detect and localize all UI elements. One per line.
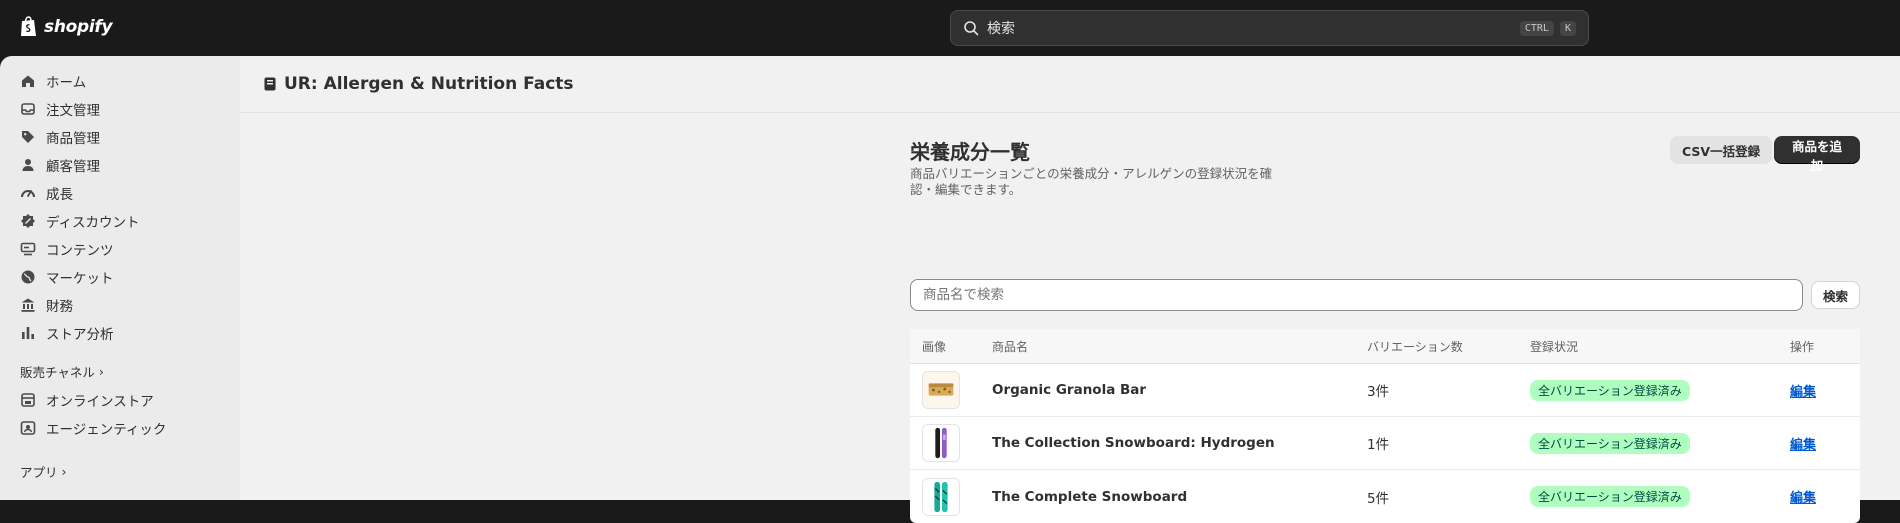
column-header-actions: 操作 [1790, 339, 1815, 354]
variant-count: 5件 [1367, 490, 1390, 507]
product-name: The Complete Snowboard [992, 488, 1188, 505]
variant-count: 1件 [1367, 437, 1390, 453]
tag-icon [22, 131, 34, 143]
table-header: 画像 商品名 バリエーション数 登録状況 操作 [910, 329, 1860, 364]
shortcut-key-ctrl: CTRL [1519, 20, 1554, 36]
search-button[interactable]: 検索 [1811, 281, 1860, 309]
product-search-input[interactable] [910, 279, 1803, 311]
sidebar-item-label: コンテンツ [46, 243, 114, 259]
nutrition-table: 画像 商品名 バリエーション数 登録状況 操作 Organic Granola … [910, 329, 1860, 523]
product-thumbnail [922, 477, 960, 516]
sales-channels-heading[interactable]: 販売チャネル › [20, 362, 104, 381]
inbox-icon [21, 103, 35, 115]
search-icon [964, 21, 979, 36]
sidebar-item-home[interactable]: ホーム [10, 67, 230, 95]
sidebar-item-label: 注文管理 [46, 103, 100, 119]
sidebar-item-products[interactable]: 商品管理 [10, 123, 230, 151]
column-header-name: 商品名 [992, 339, 1029, 354]
apps-label: アプリ [20, 465, 58, 480]
sidebar-item-online-store[interactable]: オンラインストア [10, 386, 230, 414]
sidebar-item-label: エージェンティック [46, 422, 167, 438]
main-content: UR: Allergen & Nutrition Facts 栄養成分一覧 商品… [240, 56, 1900, 523]
edit-link[interactable]: 編集 [1790, 491, 1816, 506]
home-icon [22, 75, 34, 87]
page-title: 栄養成分一覧 [910, 140, 1030, 164]
sidebar-item-label: マーケット [46, 271, 114, 287]
sidebar-item-label: 商品管理 [46, 131, 100, 147]
column-header-image: 画像 [922, 339, 947, 354]
chevron-right-icon: › [98, 364, 104, 379]
csv-bulk-import-button[interactable]: CSV一括登録 [1670, 136, 1773, 164]
sidebar-item-label: ホーム [46, 75, 87, 91]
app-icon [264, 77, 276, 91]
sidebar-item-label: ディスカウント [46, 215, 140, 231]
product-name: The Collection Snowboard: Hydrogen [992, 435, 1275, 451]
bank-icon [21, 298, 35, 312]
sidebar-item-finance[interactable]: 財務 [10, 291, 230, 319]
snowboard-complete-image [923, 478, 959, 515]
page-description: 商品バリエーションごとの栄養成分・アレルゲンの登録状況を確認・編集できます。 [910, 166, 1273, 197]
edit-link[interactable]: 編集 [1790, 385, 1816, 400]
app-title: UR: Allergen & Nutrition Facts [284, 74, 574, 94]
sidebar: ホーム 注文管理 商品管理 顧客管理 成長 ディスカウント コンテンツ マーケッ… [0, 56, 240, 500]
table-row: Organic Granola Bar 3件 全バリエーション登録済み 編集 [910, 364, 1860, 417]
sidebar-item-label: 財務 [46, 299, 73, 315]
add-product-button[interactable]: 商品を追加 [1774, 136, 1860, 173]
top-bar: shopify 検索 CTRL K [0, 0, 1900, 56]
bar-chart-icon [22, 327, 34, 339]
granola-bar-image [923, 372, 959, 408]
sidebar-item-growth[interactable]: 成長 [10, 179, 230, 207]
content-icon [20, 242, 36, 256]
app-header: UR: Allergen & Nutrition Facts [240, 56, 1900, 113]
edit-link[interactable]: 編集 [1790, 438, 1816, 453]
snowboard-hydrogen-image [923, 425, 959, 461]
sales-channels-label: 販売チャネル [20, 365, 95, 380]
search-placeholder: 検索 [987, 21, 1015, 37]
table-row: The Complete Snowboard 5件 全バリエーション登録済み 編… [910, 470, 1860, 523]
sidebar-item-discounts[interactable]: ディスカウント [10, 207, 230, 235]
sidebar-item-markets[interactable]: マーケット [10, 263, 230, 291]
product-thumbnail [922, 424, 960, 462]
gauge-icon [21, 190, 35, 198]
sidebar-item-agentic[interactable]: エージェンティック [10, 414, 230, 442]
shopify-logo[interactable]: shopify [20, 16, 113, 37]
sidebar-item-label: ストア分析 [46, 327, 114, 343]
column-header-variants: バリエーション数 [1367, 339, 1463, 354]
globe-icon [21, 270, 35, 284]
status-badge: 全バリエーション登録済み [1530, 486, 1690, 507]
product-thumbnail [922, 371, 960, 409]
shortcut-key-k: K [1559, 20, 1576, 36]
shopify-bag-icon [21, 16, 36, 36]
sidebar-item-label: 顧客管理 [46, 159, 100, 175]
sidebar-item-label: オンラインストア [46, 394, 154, 410]
global-search[interactable]: 検索 CTRL K [950, 10, 1589, 46]
variant-count: 3件 [1367, 384, 1390, 400]
sidebar-item-label: 成長 [46, 187, 73, 203]
store-icon [21, 393, 35, 407]
sidebar-item-customers[interactable]: 顧客管理 [10, 151, 230, 179]
agent-icon [20, 421, 36, 435]
status-badge: 全バリエーション登録済み [1530, 379, 1690, 401]
discount-icon [21, 214, 35, 228]
apps-heading[interactable]: アプリ › [20, 462, 67, 481]
column-header-status: 登録状況 [1530, 339, 1579, 354]
chevron-right-icon: › [61, 464, 67, 479]
sidebar-item-content[interactable]: コンテンツ [10, 235, 230, 263]
sidebar-item-orders[interactable]: 注文管理 [10, 95, 230, 123]
status-badge: 全バリエーション登録済み [1530, 432, 1690, 454]
product-name: Organic Granola Bar [992, 382, 1147, 398]
table-row: The Collection Snowboard: Hydrogen 1件 全バ… [910, 417, 1860, 470]
sidebar-item-analytics[interactable]: ストア分析 [10, 319, 230, 347]
logo-text: shopify [44, 16, 113, 37]
person-icon [22, 159, 34, 171]
